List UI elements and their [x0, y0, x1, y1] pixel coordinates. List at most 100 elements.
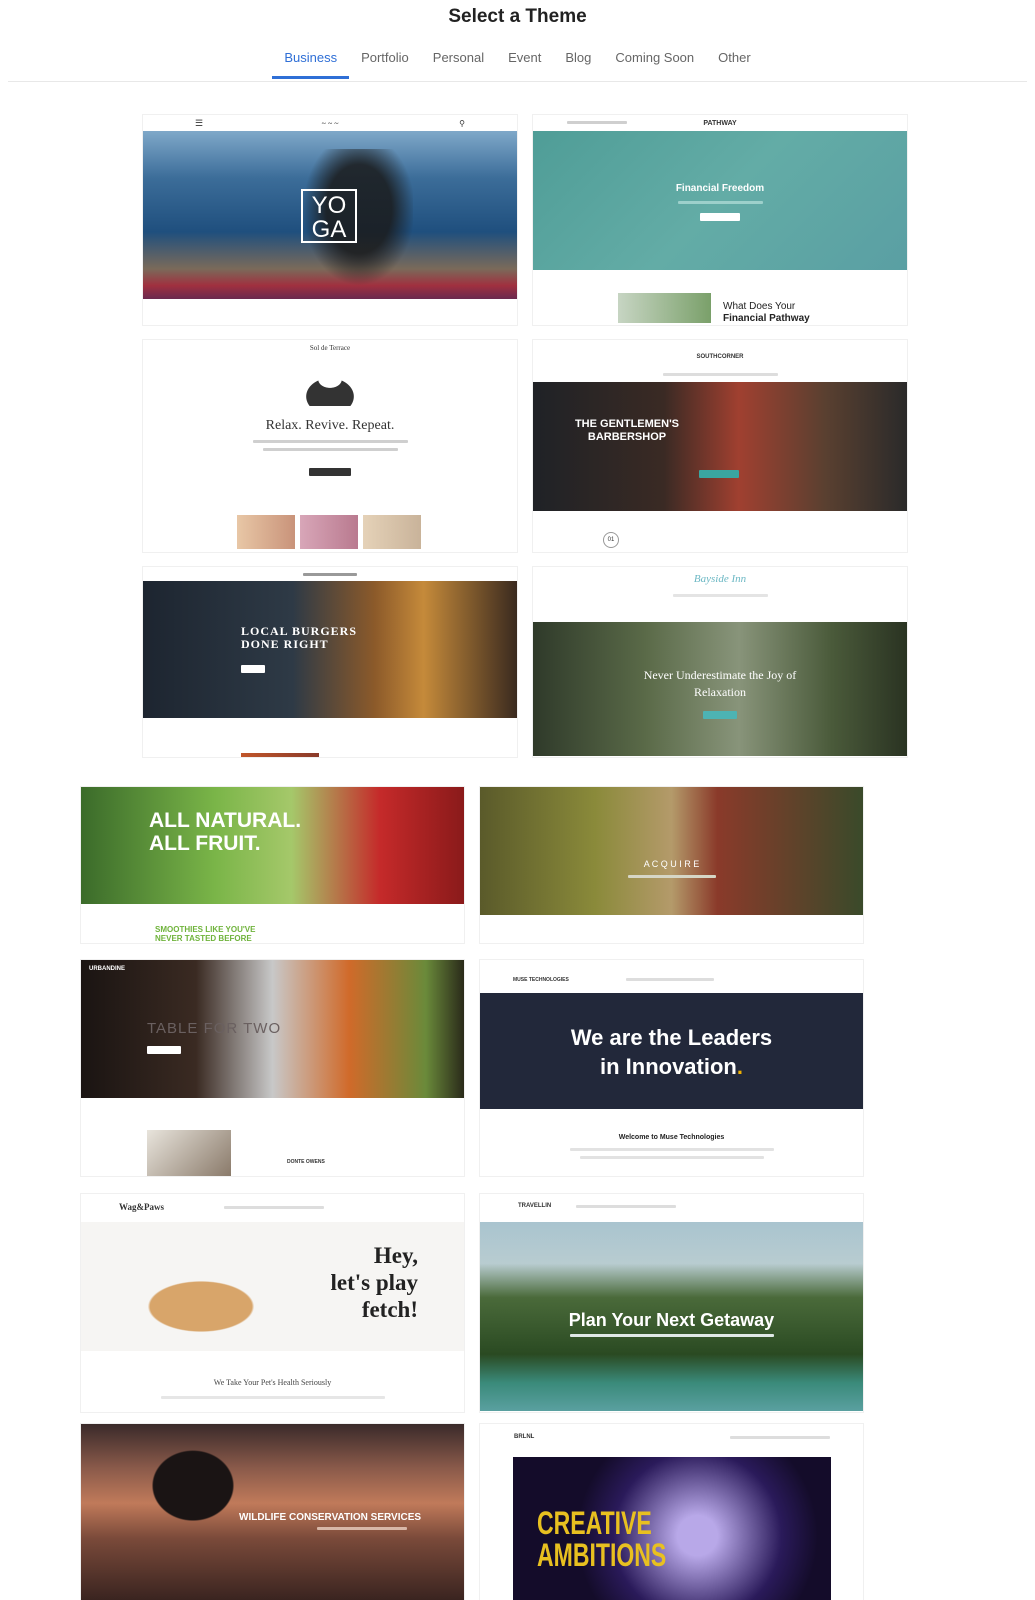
theme-card-burgers[interactable]: LOCAL BURGERS DONE RIGHT — [143, 567, 517, 757]
barber-headline-line2: BARBERSHOP — [587, 431, 667, 443]
bayside-button — [703, 711, 737, 719]
menu-icon: ☰ — [195, 117, 204, 128]
bayside-nav — [673, 594, 768, 597]
muse-hero: We are the Leaders in Innovation. — [480, 993, 863, 1109]
theme-card-urbandine[interactable]: URBANDINE TABLE FOR TWO DONTE OWENS — [81, 960, 464, 1176]
hero-subtext — [678, 201, 763, 204]
theme-selector-header: Select a Theme Business Portfolio Person… — [0, 0, 1035, 82]
logo-script: ~ ~ ~ — [321, 118, 339, 128]
theme-card-wildlife[interactable]: WILDLIFE CONSERVATION SERVICES — [81, 1424, 464, 1600]
tab-other[interactable]: Other — [718, 50, 751, 79]
wagpaws-logo: Wag&Paws — [119, 1202, 164, 1212]
bayside-headline: Never Underestimate the Joy of Relaxatio… — [533, 667, 907, 701]
card-nav: ☰ ~ ~ ~ ⚲ — [143, 115, 517, 131]
creative-hero: CREATIVE AMBITIONS — [513, 1457, 831, 1600]
muse-subtext — [580, 1156, 764, 1159]
smoothie-headline-line2: ALL FRUIT. — [149, 832, 261, 855]
terrace-logo: Sol de Terrace — [309, 344, 351, 352]
barbershop-hero: THE GENTLEMEN'S BARBERSHOP — [533, 382, 907, 511]
urbandine-logo: URBANDINE — [89, 966, 125, 972]
smoothie-tagline-line2: NEVER TASTED BEFORE — [155, 934, 252, 943]
terrace-subtext — [263, 448, 398, 451]
theme-card-muse[interactable]: MUSE TECHNOLOGIES We are the Leaders in … — [480, 960, 863, 1176]
bayside-hero: Never Underestimate the Joy of Relaxatio… — [533, 622, 907, 756]
muse-headline-dot: . — [736, 1054, 743, 1079]
travellin-headline: Plan Your Next Getaway — [568, 1310, 775, 1330]
barber-hero-button — [699, 470, 739, 478]
theme-card-smoothie[interactable]: ALL NATURAL. ALL FRUIT. SMOOTHIES LIKE Y… — [81, 787, 464, 943]
travellin-hero: Plan Your Next Getaway — [480, 1222, 863, 1411]
smoothie-tagline: SMOOTHIES LIKE YOU'VE NEVER TASTED BEFOR… — [155, 925, 255, 943]
pathway-section-title: What Does Your Financial Pathway — [723, 301, 810, 325]
chef-photo — [147, 1130, 231, 1176]
smoothie-headline-line1: ALL NATURAL. — [149, 809, 302, 832]
burger-hero: LOCAL BURGERS DONE RIGHT — [143, 581, 517, 718]
smoothie-tagline-line1: SMOOTHIES LIKE YOU'VE — [155, 925, 256, 934]
creative-logo: BRLNL — [514, 1434, 535, 1440]
urbandine-hero: URBANDINE TABLE FOR TWO — [81, 960, 464, 1098]
travellin-logo: TRAVELLIN — [518, 1203, 552, 1209]
pathway-section-image — [618, 293, 711, 323]
travellin-subtext — [570, 1334, 774, 1337]
creative-headline-line1: CREATIVE — [537, 1505, 652, 1541]
acquire-headline: A C Q U I R E — [643, 859, 700, 869]
creative-nav — [730, 1436, 830, 1439]
pathway-hero-title: Financial Freedom — [675, 183, 765, 194]
wagpaws-headline-line2: let's play — [330, 1270, 418, 1295]
elephant-silhouette — [137, 1446, 249, 1534]
header-divider — [8, 81, 1027, 82]
theme-card-wagpaws[interactable]: Wag&Paws Hey, let's play fetch! We Take … — [81, 1194, 464, 1412]
theme-card-yoga[interactable]: ☰ ~ ~ ~ ⚲ YO GA — [143, 115, 517, 325]
wildlife-headline: WILDLIFE CONSERVATION SERVICES — [239, 1512, 422, 1523]
theme-card-acquire[interactable]: A C Q U I R E — [480, 787, 863, 943]
muse-headline-line2: in Innovation. — [480, 1052, 863, 1081]
burger-headline-line2: DONE RIGHT — [241, 637, 329, 651]
tab-portfolio[interactable]: Portfolio — [361, 50, 409, 79]
theme-card-terrace[interactable]: Sol de Terrace Relax. Revive. Repeat. — [143, 340, 517, 552]
barber-nav-links — [663, 373, 778, 376]
wagpaws-tagline: We Take Your Pet's Health Seriously — [213, 1378, 332, 1387]
muse-headline: We are the Leaders in Innovation. — [480, 1023, 863, 1081]
section-title-line1: What Does Your — [723, 301, 796, 312]
search-icon: ⚲ — [459, 118, 465, 128]
terrace-headline: Relax. Revive. Repeat. — [265, 418, 395, 433]
bayside-headline-line1: Never Underestimate the Joy of — [643, 668, 797, 682]
creative-headline: CREATIVE AMBITIONS — [537, 1507, 666, 1571]
spa-photo-1 — [237, 515, 295, 549]
urbandine-hero-text: TABLE FOR TWO — [147, 1020, 282, 1037]
acquire-hero: A C Q U I R E — [480, 787, 863, 915]
smoothie-hero: ALL NATURAL. ALL FRUIT. — [81, 787, 464, 904]
burger-button — [241, 665, 265, 673]
tab-coming-soon[interactable]: Coming Soon — [615, 50, 694, 79]
pathway-hero: Financial Freedom — [533, 131, 907, 270]
theme-card-creative[interactable]: BRLNL CREATIVE AMBITIONS — [480, 1424, 863, 1600]
chef-name: DONTE OWENS — [287, 1159, 325, 1165]
card-nav: PATHWAY — [533, 115, 907, 131]
creative-headline-line2: AMBITIONS — [537, 1537, 667, 1573]
theme-card-travellin[interactable]: TRAVELLIN Plan Your Next Getaway — [480, 1194, 863, 1412]
section-title-line2: Financial Pathway — [723, 313, 810, 324]
tab-business[interactable]: Business — [272, 50, 349, 79]
page-title: Select a Theme — [448, 6, 587, 27]
tab-blog[interactable]: Blog — [565, 50, 591, 79]
wagpaws-headline-line3: fetch! — [361, 1297, 418, 1322]
wildlife-subtext — [317, 1527, 407, 1530]
wagpaws-hero: Hey, let's play fetch! — [81, 1222, 464, 1351]
burger-bottom-bar — [241, 753, 319, 757]
wagpaws-headline: Hey, let's play fetch! — [330, 1242, 418, 1323]
theme-card-pathway[interactable]: PATHWAY Financial Freedom What Does Your… — [533, 115, 907, 325]
puppy-image — [121, 1268, 281, 1338]
theme-card-barbershop[interactable]: SOUTHCORNER THE GENTLEMEN'S BARBERSHOP 0… — [533, 340, 907, 552]
smoothie-headline: ALL NATURAL. ALL FRUIT. — [149, 809, 301, 855]
burger-headline: LOCAL BURGERS DONE RIGHT — [241, 625, 357, 651]
tab-event[interactable]: Event — [508, 50, 541, 79]
theme-card-bayside[interactable]: Bayside Inn Never Underestimate the Joy … — [533, 567, 907, 757]
bayside-logo: Bayside Inn — [693, 573, 747, 585]
spa-stones-image — [293, 368, 367, 406]
wagpaws-headline-line1: Hey, — [373, 1243, 418, 1268]
nav-links — [567, 121, 627, 124]
pathway-hero-button — [700, 213, 740, 221]
tab-personal[interactable]: Personal — [433, 50, 484, 79]
spa-photo-3 — [363, 515, 421, 549]
wagpaws-nav — [224, 1206, 324, 1209]
